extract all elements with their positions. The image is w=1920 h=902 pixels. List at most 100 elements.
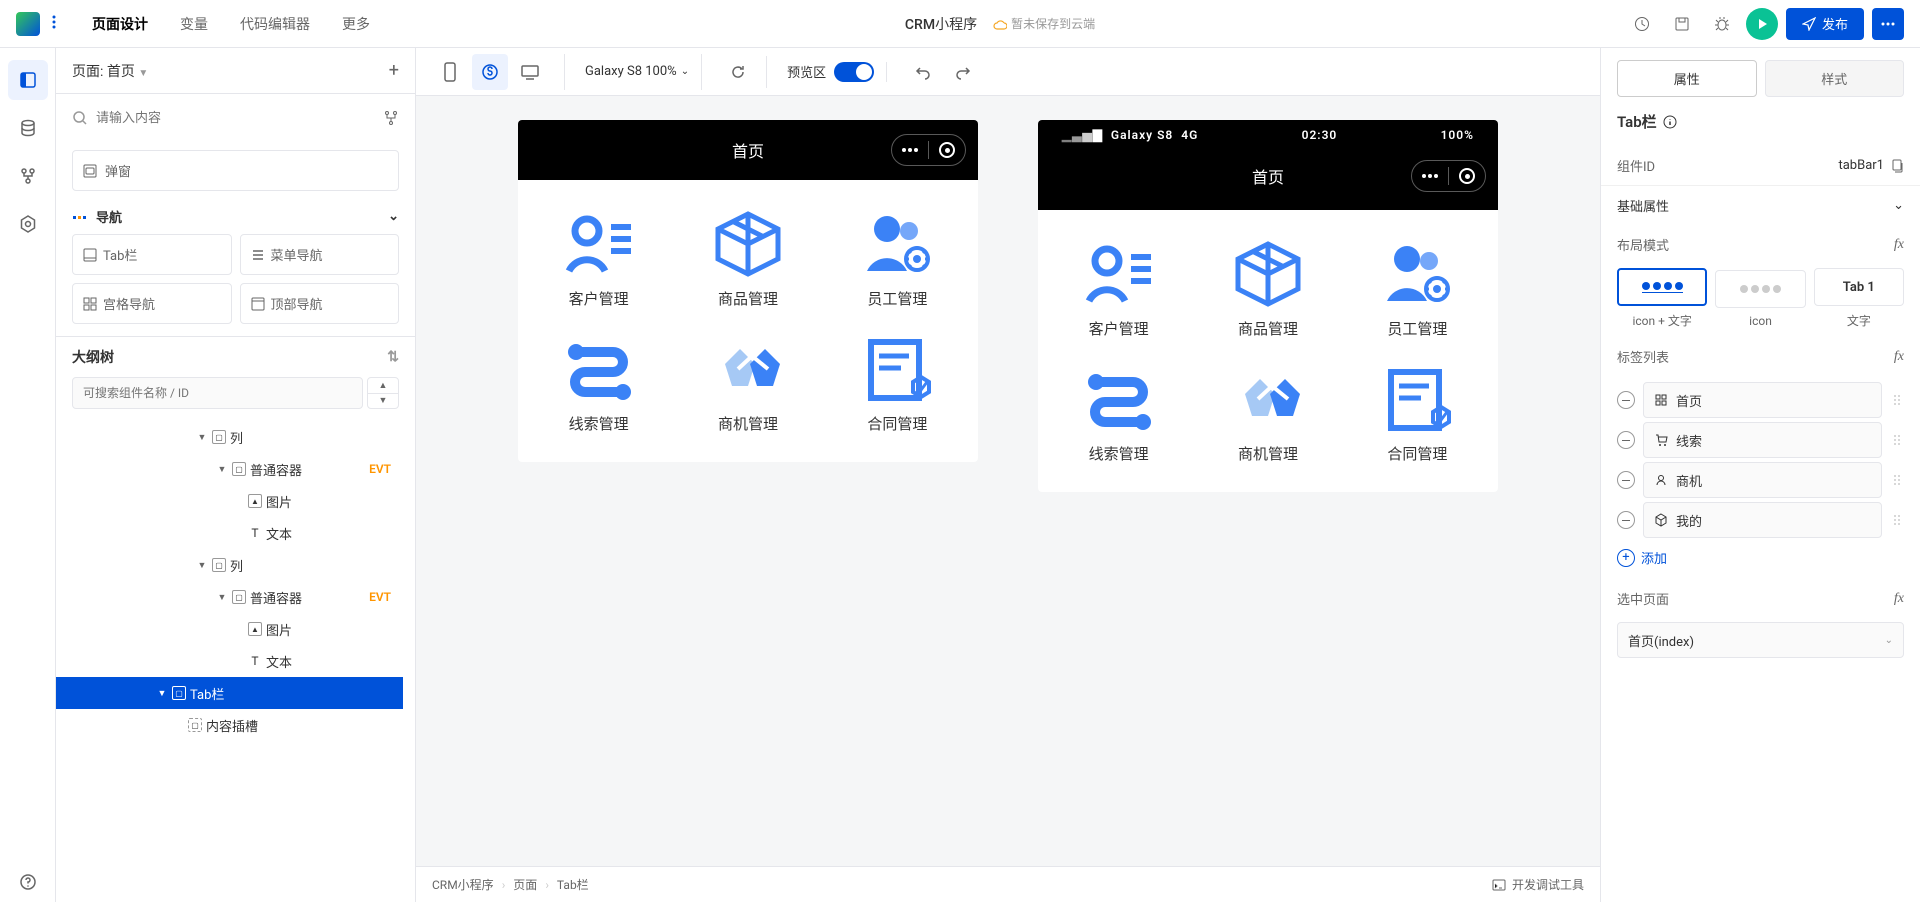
comp-grid-nav[interactable]: 宫格导航 (72, 283, 232, 324)
device-miniprogram-icon[interactable] (472, 54, 508, 90)
tag-item[interactable]: 商机 (1643, 462, 1882, 498)
tab-code-editor[interactable]: 代码编辑器 (236, 2, 314, 46)
home-icon (1654, 393, 1668, 407)
device-desktop-icon[interactable] (512, 54, 548, 90)
remove-tag-button[interactable] (1617, 511, 1635, 529)
rail-data-icon[interactable] (8, 108, 48, 148)
device-mobile-icon[interactable] (432, 54, 468, 90)
layout-mode-icon[interactable]: icon (1715, 270, 1805, 328)
devtool-link[interactable]: 开发调试工具 (1492, 876, 1584, 893)
capsule-close-icon[interactable] (1449, 161, 1485, 191)
grid-item-product[interactable]: 商品管理 (1197, 230, 1338, 347)
preview-switch[interactable] (834, 62, 874, 82)
tag-item[interactable]: 首页 (1643, 382, 1882, 418)
remove-tag-button[interactable] (1617, 431, 1635, 449)
grid-item-contract[interactable]: 合同管理 (827, 325, 968, 442)
bug-icon[interactable] (1706, 8, 1738, 40)
grid-item-lead[interactable]: 线索管理 (528, 325, 669, 442)
tree-row-col[interactable]: ▼▢列 (56, 549, 403, 581)
tree-row-container[interactable]: ▼▢普通容器EVT (56, 581, 403, 613)
grid-item-lead[interactable]: 线索管理 (1048, 355, 1189, 472)
tree-row-slot[interactable]: ▢内容插槽 (56, 709, 403, 741)
grid-item-employee[interactable]: 员工管理 (827, 200, 968, 317)
tabbar-icon (83, 248, 97, 262)
copy-icon[interactable] (1890, 159, 1904, 173)
info-icon[interactable] (1663, 115, 1677, 129)
tree-view-icon[interactable] (383, 110, 399, 126)
rail-components-icon[interactable] (8, 60, 48, 100)
grid-item-employee[interactable]: 员工管理 (1347, 230, 1488, 347)
canvas-content[interactable]: 首页 客户管理 商品管理 员工管理 线索管理 商机管理 合同管理 (416, 96, 1600, 866)
grid-item-opportunity[interactable]: 商机管理 (1197, 355, 1338, 472)
comp-tabbar[interactable]: Tab栏 (72, 234, 232, 275)
tree-row-col[interactable]: ▼▢列 (56, 421, 403, 453)
tree-row-container[interactable]: ▼▢普通容器EVT (56, 453, 403, 485)
fx-button[interactable]: fx (1894, 349, 1904, 365)
tab-page-design[interactable]: 页面设计 (88, 2, 152, 46)
comp-top-nav[interactable]: 顶部导航 (240, 283, 400, 324)
redo-icon[interactable] (947, 56, 979, 88)
outline-stepper[interactable]: ▲▼ (367, 377, 399, 409)
tab-more[interactable]: 更多 (338, 2, 374, 46)
save-icon[interactable] (1666, 8, 1698, 40)
rail-settings-icon[interactable] (8, 204, 48, 244)
grid-item-customer[interactable]: 客户管理 (528, 200, 669, 317)
tag-item[interactable]: 线索 (1643, 422, 1882, 458)
remove-tag-button[interactable] (1617, 391, 1635, 409)
drag-handle-icon[interactable] (1890, 395, 1904, 405)
undo-icon[interactable] (907, 56, 939, 88)
tree-row-text[interactable]: T文本 (56, 517, 403, 549)
stepper-up[interactable]: ▲ (368, 378, 398, 394)
fx-button[interactable]: fx (1894, 237, 1904, 253)
tree-row-image[interactable]: ▲图片 (56, 613, 403, 645)
grid-item-opportunity[interactable]: 商机管理 (677, 325, 818, 442)
rail-tree-icon[interactable] (8, 156, 48, 196)
grid-item-customer[interactable]: 客户管理 (1048, 230, 1189, 347)
capsule-menu-icon[interactable] (892, 135, 928, 165)
add-tag-button[interactable]: + 添加 (1617, 540, 1904, 575)
rail-help-icon[interactable] (8, 862, 48, 902)
tree-row-image[interactable]: ▲图片 (56, 485, 403, 517)
tab-styles[interactable]: 样式 (1765, 60, 1905, 97)
selected-page-dropdown[interactable]: 首页(index) ⌄ (1617, 622, 1904, 658)
tab-properties[interactable]: 属性 (1617, 60, 1757, 97)
tab-variables[interactable]: 变量 (176, 2, 212, 46)
breadcrumb-item[interactable]: 页面 (513, 876, 537, 893)
basic-props-header[interactable]: 基础属性 ⌄ (1601, 185, 1920, 225)
component-popup[interactable]: 弹窗 (72, 150, 399, 191)
device-selector[interactable]: Galaxy S8 100% ⌄ (573, 54, 702, 90)
capsule-close-icon[interactable] (929, 135, 965, 165)
stepper-down[interactable]: ▼ (368, 394, 398, 409)
breadcrumb-item[interactable]: CRM小程序 (432, 876, 494, 893)
drag-handle-icon[interactable] (1890, 515, 1904, 525)
grid-item-contract[interactable]: 合同管理 (1347, 355, 1488, 472)
tree-row-tabbar[interactable]: ▼▢Tab栏 (56, 677, 403, 709)
fx-button[interactable]: fx (1894, 591, 1904, 607)
capsule-menu-icon[interactable] (1412, 161, 1448, 191)
history-icon[interactable] (1626, 8, 1658, 40)
logo-menu-icon[interactable] (48, 11, 60, 37)
nav-section-header[interactable]: 导航 ⌄ (56, 199, 415, 234)
layout-mode-icon-text[interactable]: icon + 文字 (1617, 268, 1707, 329)
publish-button[interactable]: 发布 (1786, 8, 1864, 40)
outline-search-input[interactable] (72, 377, 363, 409)
drag-handle-icon[interactable] (1890, 435, 1904, 445)
layout-mode-text[interactable]: Tab 1 文字 (1814, 268, 1904, 329)
refresh-icon[interactable] (722, 56, 754, 88)
add-page-button[interactable]: + (389, 60, 399, 81)
page-selector[interactable]: 页面: 首页 ▼ + (56, 48, 415, 94)
tag-item[interactable]: 我的 (1643, 502, 1882, 538)
image-icon: ▲ (248, 494, 262, 508)
remove-tag-button[interactable] (1617, 471, 1635, 489)
more-button[interactable] (1872, 8, 1904, 40)
image-icon: ▲ (248, 622, 262, 636)
play-button[interactable] (1746, 8, 1778, 40)
component-search-input[interactable] (96, 102, 375, 134)
breadcrumb-item[interactable]: Tab栏 (557, 876, 589, 893)
tree-row-text[interactable]: T文本 (56, 645, 403, 677)
comp-menu-nav[interactable]: 菜单导航 (240, 234, 400, 275)
tag-list-label: 标签列表 (1617, 347, 1894, 366)
drag-handle-icon[interactable] (1890, 475, 1904, 485)
outline-sort-icon[interactable]: ⇅ (387, 349, 399, 365)
grid-item-product[interactable]: 商品管理 (677, 200, 818, 317)
